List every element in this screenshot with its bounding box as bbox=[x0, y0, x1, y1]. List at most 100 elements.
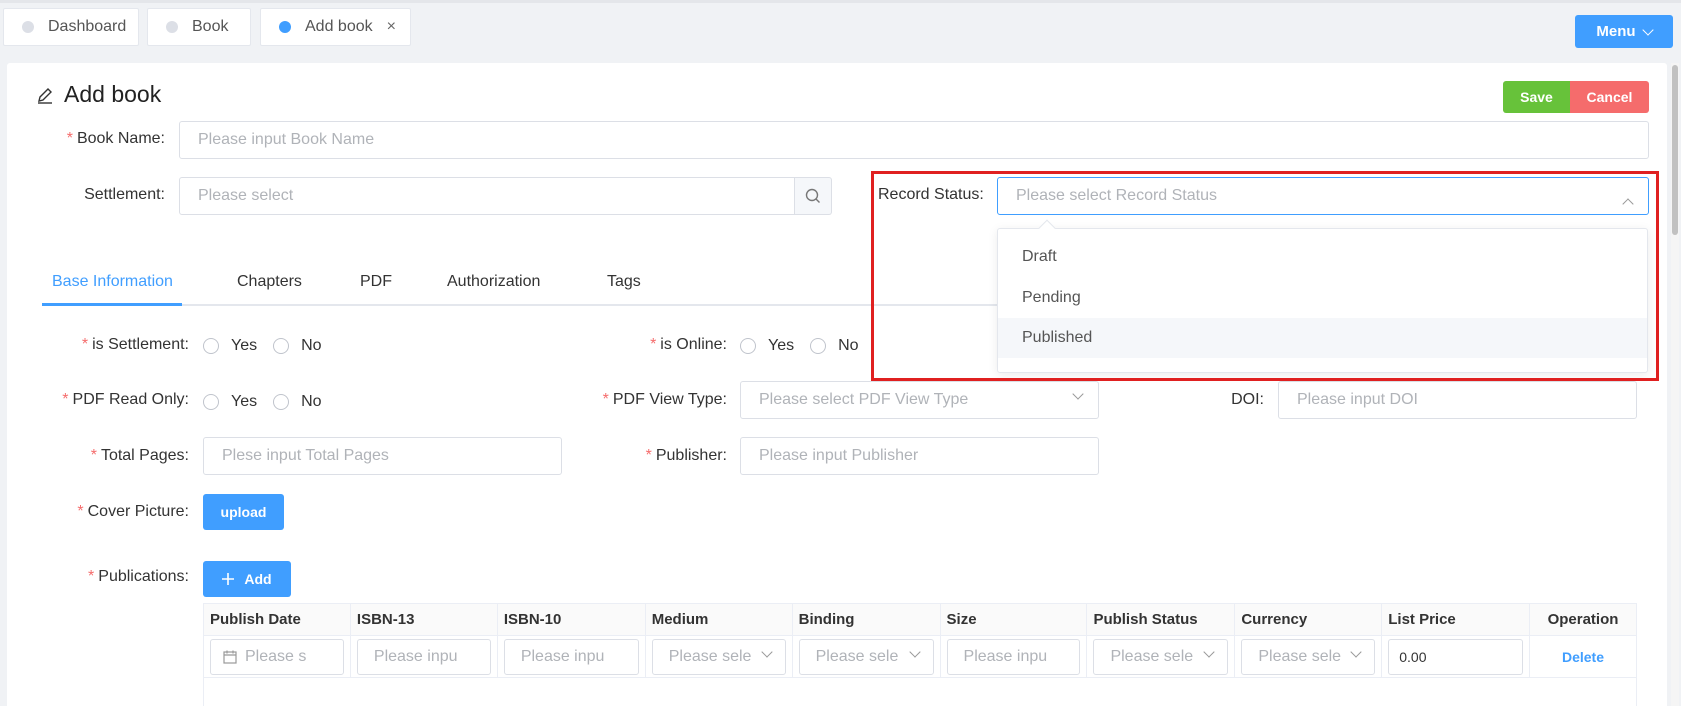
page-title: Add book bbox=[36, 81, 161, 108]
radio-no-label[interactable]: No bbox=[301, 337, 321, 355]
search-button[interactable] bbox=[795, 177, 832, 215]
add-publication-label: Add bbox=[244, 571, 272, 587]
is-settlement-radio-group: Yes No bbox=[203, 337, 338, 355]
radio-no-label[interactable]: No bbox=[838, 337, 858, 355]
total-pages-label: * Total Pages: bbox=[90, 447, 189, 464]
radio-yes-label[interactable]: Yes bbox=[231, 393, 257, 411]
book-name-input[interactable]: Please input Book Name bbox=[179, 121, 1649, 159]
tab-label: Add book bbox=[305, 18, 373, 35]
publish-date-placeholder: Please s bbox=[245, 647, 307, 665]
tab-tags[interactable]: Tags bbox=[607, 273, 641, 291]
close-icon[interactable]: × bbox=[387, 18, 396, 36]
tab-pdf[interactable]: PDF bbox=[360, 273, 392, 291]
size-input[interactable]: Please inpu bbox=[946, 638, 1081, 675]
tab-add-book[interactable]: Add book × bbox=[260, 8, 411, 46]
medium-select[interactable]: Please sele bbox=[651, 638, 786, 675]
book-name-label: * Book Name: bbox=[66, 130, 165, 147]
settlement-input[interactable]: Please select bbox=[179, 177, 795, 215]
table-header-row: Publish Date ISBN-13 ISBN-10 Medium Bind… bbox=[203, 603, 1637, 636]
delete-link[interactable]: Delete bbox=[1529, 635, 1637, 678]
list-price-input[interactable]: 0.00 bbox=[1388, 638, 1523, 675]
tab-status-dot bbox=[166, 21, 178, 33]
tab-label: Dashboard bbox=[48, 18, 127, 35]
radio-yes-label[interactable]: Yes bbox=[231, 337, 257, 355]
radio-yes[interactable] bbox=[203, 394, 219, 410]
pdf-view-type-placeholder: Please select PDF View Type bbox=[759, 391, 969, 408]
tab-authorization[interactable]: Authorization bbox=[447, 273, 540, 291]
cancel-button[interactable]: Cancel bbox=[1570, 81, 1649, 113]
publications-label: * Publications: bbox=[88, 568, 189, 585]
radio-no-label[interactable]: No bbox=[301, 393, 321, 411]
settlement-label: Settlement: bbox=[84, 186, 165, 203]
publish-date-cell: Please s bbox=[203, 635, 351, 678]
tab-dashboard[interactable]: Dashboard bbox=[3, 8, 139, 46]
radio-no[interactable] bbox=[273, 394, 290, 410]
isbn13-cell: Please inpu bbox=[349, 635, 498, 678]
radio-no[interactable] bbox=[810, 338, 827, 354]
highlight-box bbox=[871, 171, 1659, 381]
column-header: Size bbox=[939, 603, 1088, 636]
column-header: Binding bbox=[791, 603, 941, 636]
medium-cell: Please sele bbox=[644, 635, 793, 678]
tab-status-dot bbox=[279, 21, 291, 33]
radio-yes[interactable] bbox=[203, 338, 219, 354]
chevron-down-icon bbox=[1641, 23, 1654, 36]
publisher-label: * Publisher: bbox=[645, 447, 727, 464]
radio-yes-label[interactable]: Yes bbox=[768, 337, 794, 355]
scrollbar[interactable] bbox=[1671, 63, 1679, 706]
is-online-label: * is Online: bbox=[650, 336, 727, 353]
chevron-down-icon bbox=[1072, 388, 1084, 400]
save-button[interactable]: Save bbox=[1503, 81, 1570, 113]
plus-icon bbox=[222, 573, 235, 585]
tab-bar: Dashboard Book Add book × Menu bbox=[0, 0, 1681, 50]
pdf-read-only-radio-group: Yes No bbox=[203, 393, 338, 411]
isbn13-input[interactable]: Please inpu bbox=[356, 638, 491, 675]
column-header: ISBN-10 bbox=[496, 603, 646, 636]
upload-button[interactable]: upload bbox=[203, 494, 284, 530]
tab-chapters[interactable]: Chapters bbox=[237, 273, 302, 291]
edit-icon bbox=[38, 87, 52, 104]
calendar-icon bbox=[223, 650, 237, 664]
binding-placeholder: Please sele bbox=[815, 647, 899, 665]
column-header: Publish Date bbox=[203, 603, 351, 636]
total-pages-input[interactable]: Plese input Total Pages bbox=[203, 437, 562, 475]
chevron-down-icon bbox=[1203, 645, 1216, 658]
binding-select[interactable]: Please sele bbox=[798, 638, 934, 675]
scrollbar-thumb[interactable] bbox=[1672, 65, 1678, 235]
currency-select[interactable]: Please sele bbox=[1241, 638, 1376, 675]
publish-status-select[interactable]: Please sele bbox=[1093, 638, 1229, 675]
publish-date-picker[interactable]: Please s bbox=[210, 638, 344, 675]
chevron-down-icon bbox=[760, 645, 773, 658]
column-header: Currency bbox=[1234, 603, 1383, 636]
doi-input[interactable]: Please input DOI bbox=[1278, 381, 1637, 419]
isbn10-input[interactable]: Please inpu bbox=[503, 638, 639, 675]
medium-placeholder: Please sele bbox=[668, 647, 752, 665]
active-tab-indicator bbox=[42, 303, 182, 306]
chevron-down-icon bbox=[908, 645, 921, 658]
page-title-text: Add book bbox=[64, 81, 162, 107]
pdf-view-type-select[interactable]: Please select PDF View Type bbox=[740, 381, 1099, 419]
publications-table: Publish Date ISBN-13 ISBN-10 Medium Bind… bbox=[203, 603, 1637, 706]
column-header: Medium bbox=[644, 603, 793, 636]
add-publication-button[interactable]: Add bbox=[203, 561, 291, 597]
table-empty-row bbox=[203, 677, 1637, 706]
pdf-view-type-label: * PDF View Type: bbox=[602, 391, 727, 408]
chevron-down-icon bbox=[1350, 645, 1362, 658]
is-online-radio-group: Yes No bbox=[740, 337, 875, 355]
tab-base-information[interactable]: Base Information bbox=[52, 273, 173, 291]
radio-no[interactable] bbox=[273, 338, 290, 354]
search-icon bbox=[805, 188, 820, 203]
publish-status-placeholder: Please sele bbox=[1110, 647, 1194, 665]
doi-label: DOI: bbox=[1231, 391, 1264, 408]
currency-placeholder: Please sele bbox=[1258, 647, 1342, 665]
column-header: Operation bbox=[1529, 603, 1637, 636]
column-header: ISBN-13 bbox=[349, 603, 498, 636]
tab-book[interactable]: Book bbox=[147, 8, 251, 46]
list-price-cell: 0.00 bbox=[1381, 635, 1530, 678]
tab-status-dot bbox=[22, 21, 34, 33]
radio-yes[interactable] bbox=[740, 338, 756, 354]
publisher-input[interactable]: Please input Publisher bbox=[740, 437, 1099, 475]
menu-button-label: Menu bbox=[1596, 23, 1636, 40]
menu-button[interactable]: Menu bbox=[1575, 15, 1673, 48]
cover-picture-label: * Cover Picture: bbox=[77, 503, 189, 520]
